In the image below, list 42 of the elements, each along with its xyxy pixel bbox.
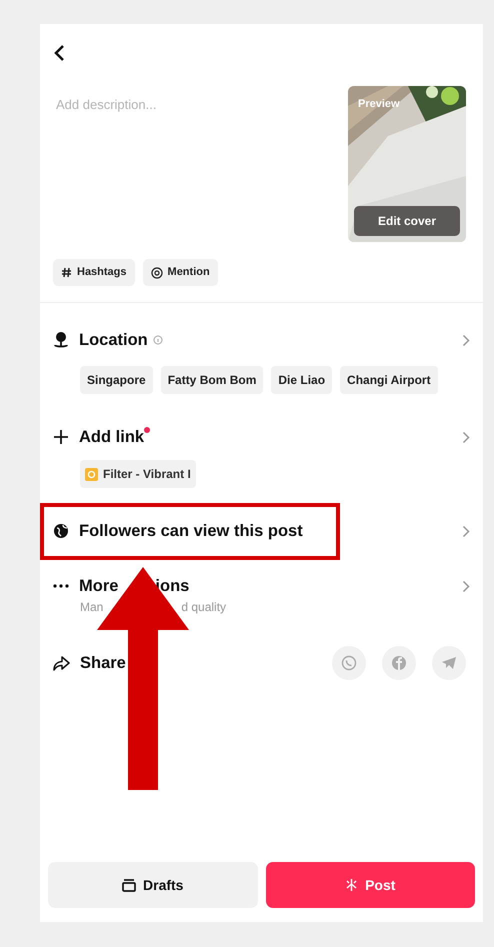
chevron-right-icon [462,524,470,538]
info-icon [152,335,163,345]
location-chip[interactable]: Die Liao [271,366,332,394]
share-title: Share [80,652,126,674]
send-share-button[interactable] [432,646,466,680]
f-logo-icon [391,655,407,671]
sparkle-icon [345,878,358,892]
chevron-right-icon [462,334,470,346]
more-options-subtitle: d quality [181,599,226,616]
location-title: Location [79,330,148,351]
location-chip[interactable]: Fatty Bom Bom [160,366,264,394]
hashtag-icon [61,267,72,278]
more-options-title: More [79,576,118,597]
more-options-subtitle: Man [80,599,104,616]
globe-icon [53,523,69,539]
tag-chip[interactable]: Mention [142,259,218,286]
chevron-right-icon [462,580,470,592]
drafts-icon [122,878,136,892]
add-link-title: Add link [79,426,144,448]
phone-bubble-icon [341,655,357,671]
edit-cover-button[interactable]: Edit cover [354,206,460,236]
chevron-right-icon [462,430,470,444]
filter-icon [85,468,98,480]
preview-label: Preview [358,97,400,112]
privacy-title: Followers can view this post [79,520,303,542]
tag-chip[interactable]: Hashtags [53,259,135,286]
drafts-button[interactable]: Drafts [48,862,258,908]
post-button[interactable]: Post [266,862,475,908]
filter-chip[interactable]: Filter - Vibrant I [80,460,196,488]
plus-icon [53,429,69,445]
description-field[interactable]: Add description... [56,94,348,114]
more-icon [53,584,69,588]
cover-thumbnail[interactable]: Preview Edit cover [348,86,466,242]
at-sign-icon [150,266,163,278]
back-icon[interactable] [53,44,65,62]
share-icon [53,656,70,670]
map-pin-icon [53,331,69,349]
location-chip[interactable]: Changi Airport [340,366,438,394]
chat-share-button[interactable] [332,646,366,680]
location-chip[interactable]: Singapore [80,366,153,394]
social-share-button[interactable] [382,646,416,680]
paper-plane-icon [441,656,457,670]
